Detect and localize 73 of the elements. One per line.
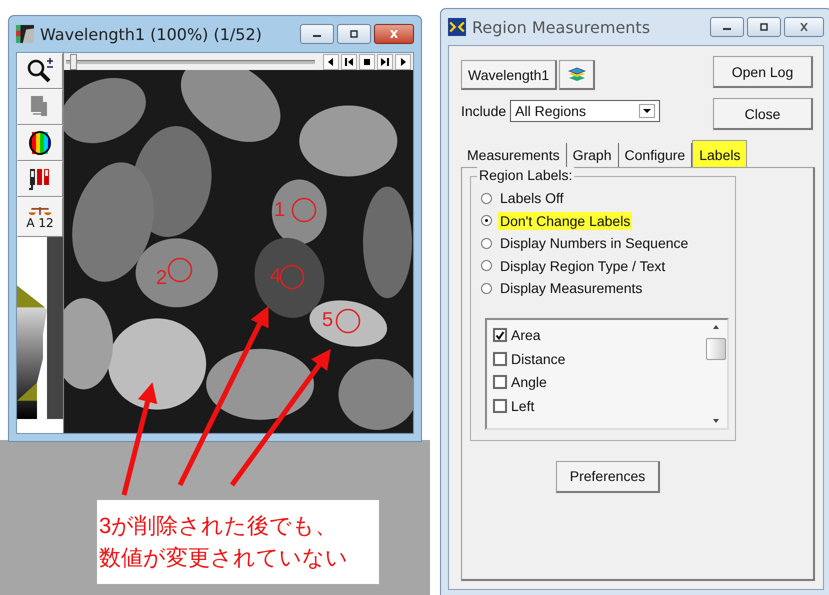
include-label: Include [461,103,506,119]
checkbox-label: Angle [511,374,547,390]
radio-button[interactable] [481,238,492,249]
radio-label: Display Numbers in Sequence [499,234,690,252]
close-icon [798,23,810,31]
region-circle [335,308,361,334]
step-forward-icon [380,56,390,66]
stack-icon [566,66,587,82]
close-icon [388,30,400,38]
rewind-button[interactable] [341,54,357,70]
region-label: 5 [322,310,334,330]
maximize-icon [758,23,770,31]
color-tool[interactable] [17,125,63,161]
layers-button[interactable] [559,60,596,90]
radio-label: Display Measurements [499,279,644,298]
region-circle [291,197,317,223]
balance-icon [27,206,53,216]
maximize-button[interactable] [747,17,781,37]
radio-button[interactable] [481,260,492,272]
triangle-left-icon [326,56,336,66]
stop-icon [362,56,372,66]
calibration-tool[interactable]: A 12 [17,197,63,237]
radio-label: Display Region Type / Text [499,256,666,275]
close-button[interactable] [374,24,414,44]
app-icon [16,25,34,43]
region-label: 2 [156,268,168,288]
channels-tool[interactable] [17,161,63,197]
checkbox[interactable] [493,328,507,342]
radio-button[interactable] [481,282,492,294]
slider-thumb[interactable] [70,54,77,70]
maximize-button[interactable] [337,24,371,44]
maximize-icon [348,30,360,38]
close-button[interactable] [784,17,824,37]
play-button[interactable] [395,54,411,70]
app-icon [448,18,466,36]
checkbox[interactable] [493,398,507,413]
radio-button[interactable] [481,192,492,204]
group-title: Region Labels: [477,167,574,183]
region-label: 4 [270,266,282,286]
region-circle [279,264,305,290]
checkbox[interactable] [493,375,507,390]
window-title: Region Measurements [472,18,652,36]
step-back-icon [344,56,354,66]
previous-button[interactable] [323,54,339,70]
scroll-up-icon [711,324,721,330]
radio-button[interactable] [481,215,492,226]
play-icon [398,56,408,66]
checkbox-label: Area [511,327,541,344]
radio-label: Labels Off [499,189,565,208]
checkbox-label: Distance [511,350,566,367]
annotation-text: 数値が変更されていない [99,544,349,572]
window-title: Wavelength1 (100%) (1/52) [40,24,263,44]
annotation-text: 3が削除された後でも、 [99,512,338,540]
close-dialog-button[interactable]: Close [713,98,813,130]
open-log-button[interactable]: Open Log [713,56,813,88]
step-forward-button[interactable] [377,54,393,70]
minimize-button[interactable] [300,24,334,44]
magnifier-icon [25,58,55,84]
source-button[interactable]: Wavelength1 [461,60,558,90]
preferences-button[interactable]: Preferences [556,460,660,492]
checkbox[interactable] [493,352,507,366]
radio-label: Don't Change Labels [498,212,632,230]
frame-slider[interactable] [66,54,315,70]
region-circle [167,257,193,283]
tab[interactable]: Labels [692,140,748,167]
checkbox-label: Left [511,398,534,414]
region-label: 1 [274,200,286,220]
include-dropdown[interactable]: All Regions [510,100,660,122]
scroll-thumb[interactable] [706,338,726,360]
stop-button[interactable] [359,54,375,70]
minimize-button[interactable] [710,17,744,37]
scroll-down-icon [711,418,721,424]
zoom-tool[interactable] [17,53,63,89]
